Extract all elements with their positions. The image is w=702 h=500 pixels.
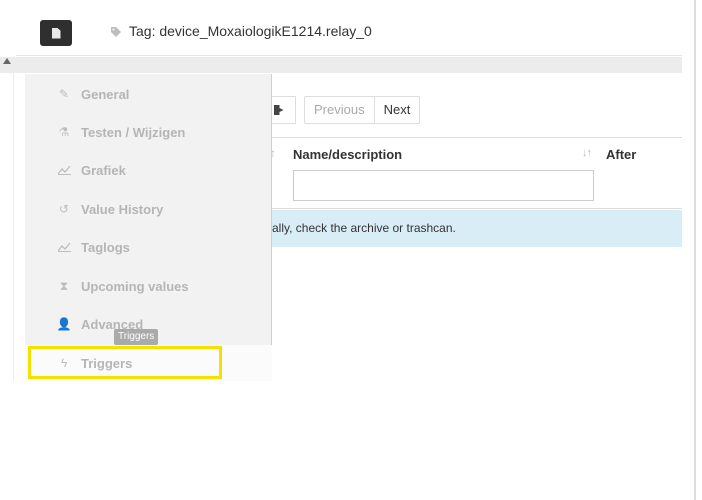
user-plus-icon: 👤 <box>56 317 72 331</box>
info-message: ally, check the archive or trashcan. <box>272 221 456 235</box>
menu-item-value-history[interactable]: ↺ Value History <box>25 191 272 227</box>
pencil-icon: ✎ <box>58 87 70 101</box>
menu-item-label: General <box>81 86 130 102</box>
next-button[interactable]: Next <box>375 97 420 123</box>
pagination: Previous Next <box>304 96 421 124</box>
menu-item-label: Value History <box>81 201 164 217</box>
menu-item-label: Upcoming values <box>81 278 189 294</box>
column-header-after[interactable]: After <box>606 147 636 162</box>
left-divider <box>13 56 14 381</box>
menu-item-upcoming-values[interactable]: ⧗ Upcoming values <box>25 268 272 304</box>
table-divider <box>272 208 682 209</box>
history-icon: ↺ <box>58 202 70 216</box>
previous-button[interactable]: Previous <box>305 97 375 123</box>
tag-icon <box>111 27 121 37</box>
menu-item-general[interactable]: ✎ General <box>25 76 272 112</box>
document-button[interactable] <box>40 20 72 46</box>
menu-item-label: Testen / Wijzigen <box>81 124 186 140</box>
page-header: Tag: device_MoxaiologikE1214.relay_0 <box>16 0 682 56</box>
menu-item-label: Grafiek <box>81 162 126 178</box>
menu-item-taglogs[interactable]: Taglogs <box>25 229 272 265</box>
export-icon <box>273 105 284 115</box>
name-filter-input[interactable] <box>293 170 594 201</box>
triggers-tooltip: Triggers <box>114 329 159 345</box>
page-right-border <box>694 0 696 500</box>
collapse-strip[interactable] <box>0 57 682 73</box>
line-chart-icon <box>57 240 71 254</box>
triggers-highlight-box <box>28 346 222 379</box>
page-title: Tag: device_MoxaiologikE1214.relay_0 <box>129 23 372 39</box>
sort-icon[interactable]: ↓↑ <box>582 147 592 159</box>
menu-item-testen-wijzigen[interactable]: ⚗ Testen / Wijzigen <box>25 114 272 150</box>
menu-item-grafiek[interactable]: Grafiek <box>25 152 272 188</box>
caret-up-icon[interactable] <box>3 58 11 64</box>
flask-icon: ⚗ <box>58 125 70 139</box>
menu-item-label: Taglogs <box>81 239 130 255</box>
line-chart-icon <box>57 163 71 177</box>
column-header-name[interactable]: Name/description <box>293 147 402 162</box>
table-header-divider <box>272 137 682 138</box>
document-icon <box>51 27 61 39</box>
hourglass-icon: ⧗ <box>59 278 69 293</box>
